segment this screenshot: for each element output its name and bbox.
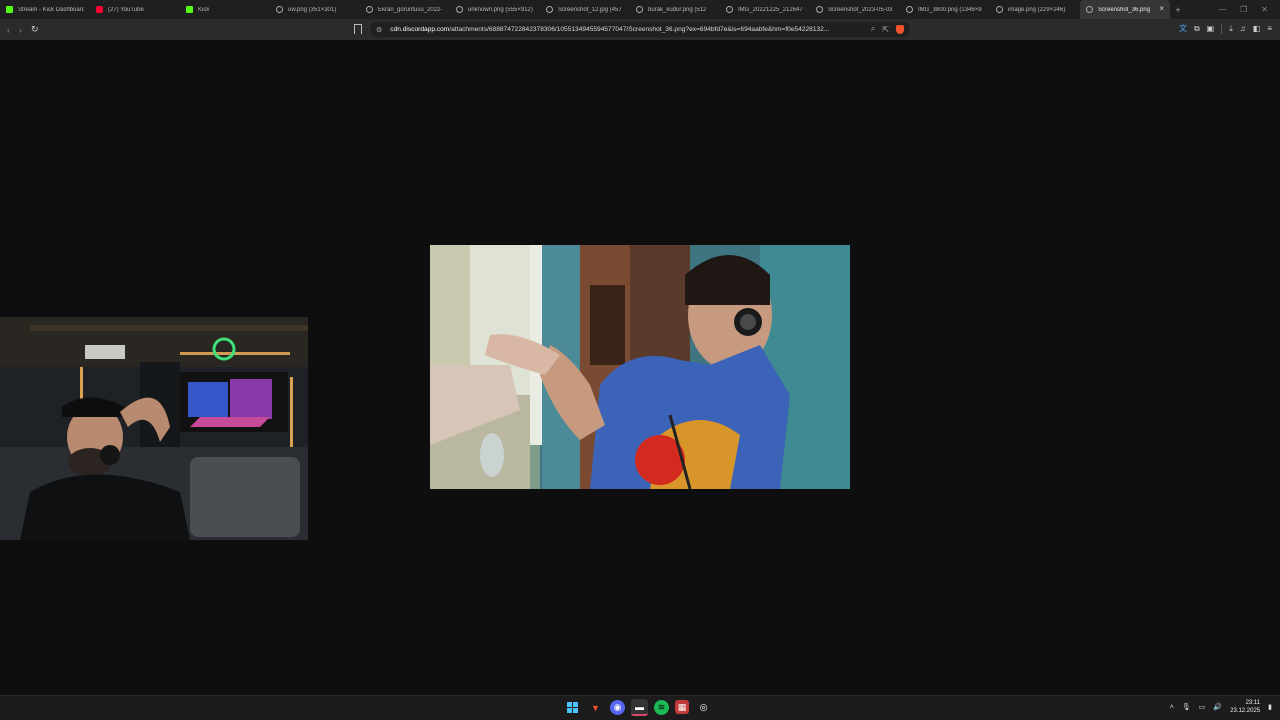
address-bar[interactable]: ⚙ cdn.discordapp.com/attachments/6888747… [370, 22, 910, 37]
tab-label: image.png (229×246) [1008, 6, 1066, 13]
tab-screenshot-2023[interactable]: Screenshot_2023-05-03 [810, 0, 900, 19]
tab-label: burak_kudur.png (512 [648, 6, 707, 13]
tab-img-20221225[interactable]: IMG_20221225_212647 [720, 0, 810, 19]
page-content [0, 40, 1280, 695]
url-text[interactable]: cdn.discordapp.com/attachments/688874722… [390, 26, 855, 33]
youtube-icon [96, 6, 103, 13]
globe-icon [726, 6, 733, 13]
webcam-feed [0, 317, 308, 540]
clock-date: 23.12.2025 [1230, 708, 1261, 714]
globe-icon [276, 6, 283, 13]
brave-shields-icon[interactable] [896, 24, 904, 34]
terminal-icon[interactable]: ▬ [631, 699, 648, 716]
globe-icon [546, 6, 553, 13]
tab-label: unknown.png (555×912) [468, 6, 533, 13]
tab-label: Screenshot_36.png [1098, 6, 1151, 13]
tab-burak-kudur[interactable]: burak_kudur.png (512 [630, 0, 720, 19]
globe-icon [996, 6, 1003, 13]
desktop: Stream - Kick Dashboard (27) YouTube Kic… [0, 0, 1280, 720]
close-window-icon[interactable]: ✕ [1261, 5, 1268, 14]
download-icon[interactable]: ⤓ [1229, 24, 1233, 34]
calendar-app-icon[interactable]: ▦ [675, 700, 689, 714]
tab-screenshot-12[interactable]: Screenshot_12.jpg (457 [540, 0, 630, 19]
tab-strip: Stream - Kick Dashboard (27) YouTube Kic… [0, 0, 1280, 19]
divider [1221, 23, 1223, 34]
tab-label: (27) YouTube [108, 6, 144, 13]
chevron-up-icon[interactable]: ˄ [1170, 704, 1174, 711]
windows-start-icon[interactable] [564, 699, 581, 716]
volume-icon[interactable]: 🔊 [1213, 703, 1222, 711]
close-icon[interactable]: × [1159, 5, 1164, 13]
displayed-image[interactable] [430, 245, 850, 489]
wallet-icon[interactable]: ▣ [1207, 24, 1215, 33]
reload-icon[interactable]: ↻ [31, 24, 39, 35]
tab-youtube[interactable]: (27) YouTube [90, 0, 180, 19]
network-icon[interactable]: ▭ [1199, 703, 1206, 711]
tab-kick-dashboard[interactable]: Stream - Kick Dashboard [0, 0, 90, 19]
tab-label: Kick [198, 6, 210, 13]
tab-label: IMG_20221225_212647 [738, 6, 803, 13]
brave-browser-icon[interactable]: ▼ [587, 699, 604, 716]
share-icon[interactable]: ⇱ [882, 25, 889, 34]
tab-unknown-png[interactable]: unknown.png (555×912) [450, 0, 540, 19]
globe-icon [1086, 6, 1093, 13]
menu-icon[interactable]: ≡ [1267, 24, 1272, 33]
obs-icon[interactable]: ◎ [695, 699, 712, 716]
window-controls: — ❐ ✕ [1218, 0, 1280, 19]
tab-kick[interactable]: Kick [180, 0, 270, 19]
nav-buttons: ‹ › ↻ [0, 24, 39, 35]
new-tab-button[interactable]: + [1170, 5, 1186, 15]
tab-img-3800[interactable]: IMG_3800.png (1346×9 [900, 0, 990, 19]
globe-icon [636, 6, 643, 13]
extensions-icon[interactable]: ⧉ [1194, 24, 1200, 34]
tab-label: Screenshot_12.jpg (457 [558, 6, 622, 13]
microphone-icon[interactable]: 🎙 [1182, 703, 1191, 711]
bookmark-icon[interactable] [354, 24, 362, 34]
tab-label: uw.png (351×301) [288, 6, 337, 13]
back-icon[interactable]: ‹ [7, 25, 10, 35]
discord-icon[interactable]: ◉ [610, 700, 625, 715]
browser-toolbar: ‹ › ↻ ⚙ cdn.discordapp.com/attachments/6… [0, 19, 1280, 40]
taskbar-apps: ▼ ◉ ▬ ≋ ▦ ◎ [564, 699, 712, 716]
clock[interactable]: 23:11 23.12.2025 [1230, 699, 1260, 715]
tab-label: IMG_3800.png (1346×9 [918, 6, 982, 13]
kick-icon [186, 6, 193, 13]
restore-icon[interactable]: ❐ [1240, 5, 1247, 14]
spotify-icon[interactable]: ≋ [654, 700, 669, 715]
globe-icon [906, 6, 913, 13]
sidebar-icon[interactable]: ◧ [1253, 24, 1261, 33]
kick-icon [6, 6, 13, 13]
site-settings-icon[interactable]: ⚙ [376, 26, 382, 34]
address-bar-actions: ⌕ ⇱ [871, 24, 904, 34]
extensions-bar: 文 ⧉ ▣ ⤓ ♫ ◧ ≡ [1179, 23, 1272, 34]
tab-label: Stream - Kick Dashboard [18, 6, 84, 13]
media-icon[interactable]: ♫ [1240, 24, 1246, 33]
globe-icon [456, 6, 463, 13]
globe-icon [366, 6, 373, 13]
tab-ekran-goruntusu[interactable]: Ekran_goruntusu_2022- [360, 0, 450, 19]
tab-label: Ekran_goruntusu_2022- [378, 6, 443, 13]
notifications-icon[interactable]: ▮ [1268, 703, 1272, 711]
webcam-overlay [0, 317, 308, 540]
clock-time: 23:11 [1245, 700, 1261, 706]
translate-icon[interactable]: 文 [1179, 23, 1187, 34]
system-tray: ˄ 🎙 ▭ 🔊 23:11 23.12.2025 ▮ [1170, 699, 1272, 715]
tab-label: Screenshot_2023-05-03 [828, 6, 893, 13]
minimize-icon[interactable]: — [1218, 5, 1226, 14]
zoom-icon[interactable]: ⌕ [871, 24, 875, 34]
globe-icon [816, 6, 823, 13]
tab-uw-png[interactable]: uw.png (351×301) [270, 0, 360, 19]
taskbar: ▼ ◉ ▬ ≋ ▦ ◎ ˄ 🎙 ▭ 🔊 23:11 23.12.2025 ▮ [0, 695, 1280, 720]
photo-person-with-headphones [430, 245, 850, 489]
tab-image-png[interactable]: image.png (229×246) [990, 0, 1080, 19]
tab-screenshot-36[interactable]: Screenshot_36.png × [1080, 0, 1170, 19]
forward-icon[interactable]: › [19, 25, 22, 35]
